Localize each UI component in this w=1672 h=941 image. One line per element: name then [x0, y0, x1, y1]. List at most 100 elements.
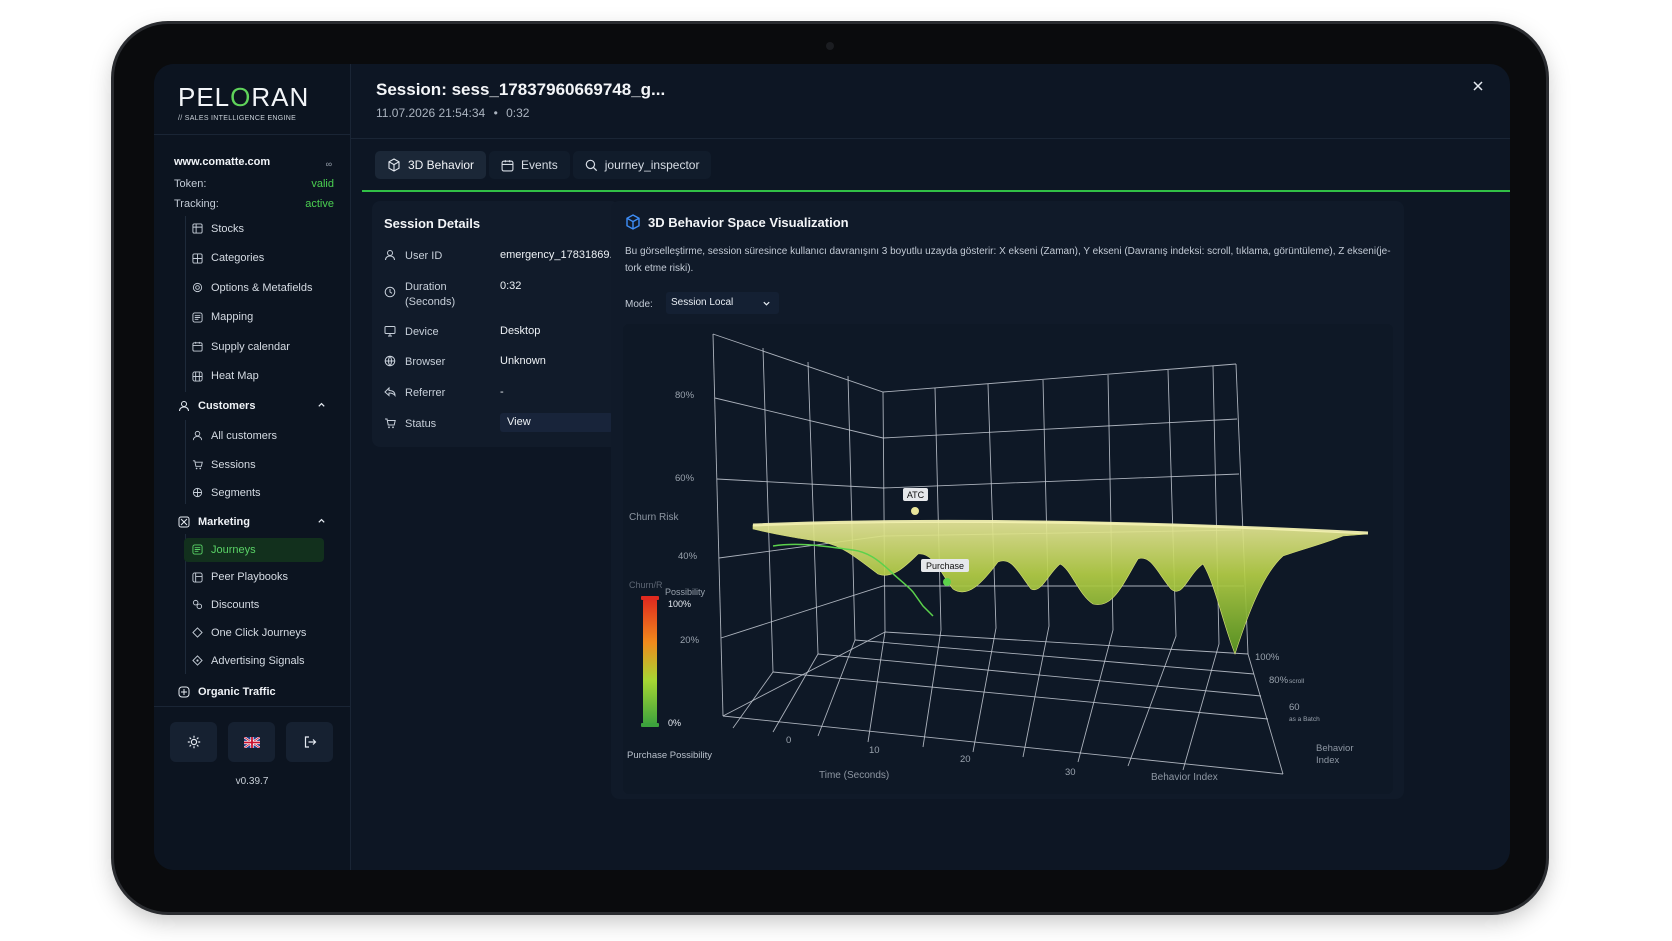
logo-tagline: // SALES INTELLIGENCE ENGINE [178, 115, 297, 122]
session-date: 11.07.2026 21:54:34 [376, 106, 486, 120]
sidebar-group-marketing[interactable]: Marketing [174, 507, 334, 537]
x-tick: 20 [960, 754, 971, 765]
sidebar: PELORAN // SALES INTELLIGENCE ENGINE www… [154, 64, 351, 870]
sidebar-item-categories[interactable]: Categories [174, 244, 334, 274]
sidebar-item-label: One Click Journeys [211, 626, 307, 639]
legend-bottom-value: 0% [668, 718, 681, 728]
sidebar-footer [170, 722, 333, 762]
sidebar-item-label: Mapping [211, 311, 254, 324]
detail-value[interactable]: emergency_17831869... [500, 249, 619, 261]
grid-line [772, 671, 1269, 720]
mode-value: Session Local [671, 297, 734, 308]
x-tick: 0 [786, 735, 791, 746]
mode-select[interactable]: Session Local [666, 292, 779, 314]
sidebar-group-label: Customers [198, 400, 256, 412]
y-axis-side-label-line2: Index [1316, 755, 1339, 766]
purchase-marker[interactable] [943, 578, 951, 586]
sidebar-item-stocks[interactable]: Stocks [174, 214, 334, 244]
grid-line [722, 631, 886, 717]
x-axis-label: Time (Seconds) [819, 770, 889, 781]
logout-button[interactable] [286, 722, 333, 762]
logo[interactable]: PELORAN // SALES INTELLIGENCE ENGINE [178, 82, 309, 122]
sidebar-item-discounts[interactable]: Discounts [174, 591, 334, 619]
sidebar-item-all-customers[interactable]: All customers [174, 421, 334, 451]
sidebar-item-sessions[interactable]: Sessions [174, 451, 334, 479]
sidebar-item-label: Sessions [211, 458, 256, 471]
language-button[interactable] [228, 722, 275, 762]
options-icon [192, 283, 203, 293]
sidebar-item-label: Peer Playbooks [211, 571, 289, 583]
sidebar-item-mapping[interactable]: Mapping [174, 303, 334, 333]
sidebar-item-heat-map[interactable]: Heat Map [174, 362, 334, 392]
globe-icon [384, 355, 396, 367]
monitor-icon [384, 326, 396, 337]
sidebar-item-label: All customers [211, 429, 278, 442]
chevron-up-icon[interactable] [317, 400, 326, 409]
page-title: Session: sess_17837960669748_g... [376, 80, 666, 99]
cart-icon [385, 418, 396, 429]
heatmap-icon [192, 371, 203, 382]
header-divider [350, 138, 1510, 139]
status-view-button[interactable]: View [500, 413, 613, 432]
sidebar-item-label: Advertising Signals [211, 654, 305, 667]
signal-icon [192, 655, 203, 666]
sidebar-item-advertising-signals[interactable]: Advertising Signals [174, 647, 334, 675]
detail-key: User ID [405, 250, 443, 262]
sidebar-group-label: Organic Traffic [198, 685, 276, 698]
token-status: valid [311, 178, 334, 190]
search-icon [585, 159, 597, 171]
sidebar-item-label: Stocks [211, 222, 245, 235]
tab-journey-inspector[interactable]: journey_inspector [572, 151, 712, 179]
active-tab-indicator [362, 190, 1510, 192]
journey-icon [192, 544, 203, 555]
3d-plot-canvas[interactable]: ATC Purchase 80% 60% 40% 20% Churn Risk … [623, 324, 1393, 794]
legend-caption: Purchase Possibility [627, 750, 712, 761]
grid-line [722, 715, 1284, 775]
calendar-icon [192, 342, 203, 352]
sidebar-item-supply-calendar[interactable]: Supply calendar [174, 332, 334, 362]
sidebar-item-one-click-journeys[interactable]: One Click Journeys [174, 619, 334, 647]
x-tick: 10 [869, 745, 880, 756]
tab-events[interactable]: Events [489, 151, 570, 179]
grid-line [714, 397, 1238, 439]
behavior-visualization-panel: 3D Behavior Space Visualization Bu görse… [611, 201, 1404, 799]
detail-value: Desktop [500, 325, 541, 337]
legend-color-bar [643, 598, 657, 725]
sidebar-item-segments[interactable]: Segments [174, 479, 334, 507]
divider [154, 134, 350, 135]
theme-toggle-button[interactable] [170, 722, 217, 762]
legend-cap-top [641, 596, 659, 600]
3d-plot[interactable]: ATC Purchase 80% 60% 40% 20% Churn Risk … [623, 324, 1393, 794]
sidebar-group-customers[interactable]: Customers [174, 391, 334, 421]
sun-icon [187, 735, 200, 749]
tab-label: 3D Behavior [408, 158, 475, 172]
atc-marker[interactable] [911, 507, 919, 515]
marketing-icon [178, 516, 190, 527]
referrer-icon [384, 386, 396, 398]
sidebar-item-organic-traffic[interactable]: Organic Traffic [174, 677, 334, 707]
tab-label: Events [521, 158, 558, 172]
sidebar-item-options[interactable]: Options & Metafields [174, 273, 334, 303]
detail-key: Referrer [405, 387, 446, 399]
sidebar-item-peer-playbooks[interactable]: Peer Playbooks [174, 564, 334, 591]
map-icon [192, 312, 203, 323]
chevron-down-icon [763, 301, 770, 306]
grid-icon [192, 253, 203, 264]
sidebar-item-label: Heat Map [211, 370, 259, 383]
detail-key: Device [405, 326, 439, 338]
cart-icon [192, 460, 203, 470]
y-axis-label: Behavior Index [1151, 772, 1218, 783]
tab-3d-behavior[interactable]: 3D Behavior [375, 151, 487, 179]
chevron-up-icon[interactable] [317, 516, 326, 525]
detail-value: Unknown [500, 355, 546, 367]
grid-line [732, 347, 774, 729]
y-axis-side-label-line1: Behavior [1316, 743, 1354, 754]
legend-top-value: 100% [668, 599, 691, 609]
sidebar-item-journeys[interactable]: Journeys [184, 537, 324, 562]
detail-key: Browser [405, 356, 446, 368]
tab-label: journey_inspector [604, 158, 700, 172]
session-details-panel: Session Details User ID emergency_178318… [372, 201, 619, 447]
link-icon[interactable]: ∞ [326, 159, 332, 169]
detail-value: 0:32 [500, 280, 522, 292]
close-icon[interactable] [1472, 80, 1484, 92]
